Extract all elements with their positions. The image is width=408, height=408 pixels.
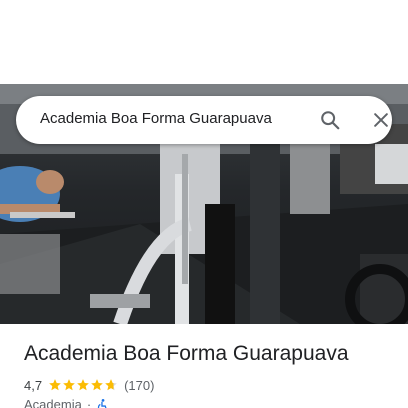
star-icon <box>63 379 75 391</box>
star-icon <box>77 379 89 391</box>
search-bar[interactable]: Academia Boa Forma Guarapuava <box>16 96 392 144</box>
wheelchair-icon <box>98 398 107 408</box>
star-icon <box>105 379 117 391</box>
rating-row[interactable]: 4,7 (170) <box>24 376 154 394</box>
star-rating <box>48 378 118 392</box>
place-category: Academia <box>24 397 82 408</box>
place-title: Academia Boa Forma Guarapuava <box>24 342 349 365</box>
search-icon <box>321 111 340 130</box>
close-button[interactable] <box>367 106 395 134</box>
category-row: Academia · <box>24 397 109 408</box>
top-blank-area <box>0 0 408 84</box>
search-query-text[interactable]: Academia Boa Forma Guarapuava <box>40 110 272 127</box>
separator-dot: · <box>86 397 92 408</box>
search-button[interactable] <box>316 106 344 134</box>
star-icon <box>49 379 61 391</box>
star-icon <box>91 379 103 391</box>
close-icon <box>374 113 388 127</box>
review-count[interactable]: (170) <box>124 378 154 393</box>
rating-value: 4,7 <box>24 377 43 393</box>
